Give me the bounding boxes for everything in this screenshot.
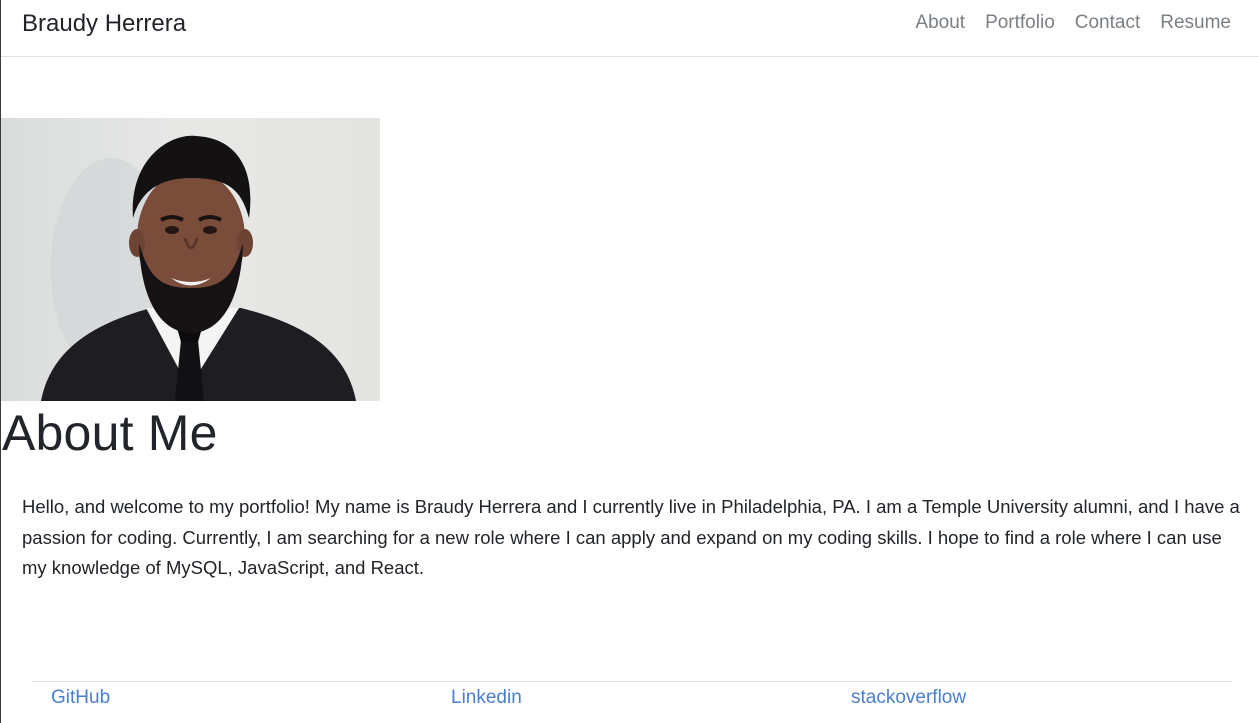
nav-link-contact[interactable]: Contact bbox=[1075, 11, 1140, 35]
nav-link-portfolio[interactable]: Portfolio bbox=[985, 11, 1055, 35]
nav-link-about[interactable]: About bbox=[915, 11, 965, 35]
navbar: Braudy Herrera About Portfolio Contact R… bbox=[1, 0, 1259, 57]
nav-link-resume[interactable]: Resume bbox=[1160, 11, 1231, 35]
profile-photo bbox=[1, 118, 380, 401]
linkedin-link[interactable]: Linkedin bbox=[451, 686, 522, 710]
nav-links: About Portfolio Contact Resume bbox=[915, 11, 1231, 35]
github-link[interactable]: GitHub bbox=[51, 686, 110, 710]
footer-divider bbox=[32, 681, 1232, 682]
bio-paragraph: Hello, and welcome to my portfolio! My n… bbox=[22, 496, 1240, 578]
stackoverflow-link[interactable]: stackoverflow bbox=[851, 686, 966, 710]
brand-link[interactable]: Braudy Herrera bbox=[22, 9, 186, 39]
page-title: About Me bbox=[2, 405, 218, 461]
